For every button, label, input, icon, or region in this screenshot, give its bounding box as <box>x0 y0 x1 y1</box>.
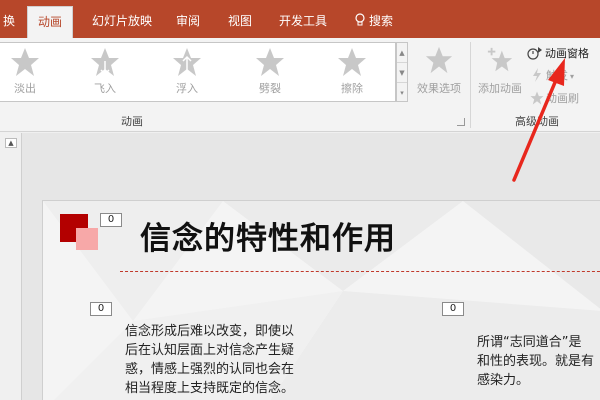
animation-painter-label: 动画刷 <box>546 92 579 105</box>
paragraph-line: 感染力。 <box>477 373 530 388</box>
paragraph-line: 信念形成后难以改变，即使以 <box>125 324 295 339</box>
paragraph-line: 和性的表现。就是有 <box>477 354 595 369</box>
gallery-expand-icon[interactable]: ▾ <box>397 83 407 103</box>
animation-order-tag[interactable]: 0 <box>100 213 122 227</box>
tab-search-label: 搜索 <box>368 14 393 28</box>
slide-editor: ▲ 0 信念的特性和作用 0 信念形成后难以改变，即使以 后在认知层面上对信念产… <box>0 133 600 400</box>
gallery-item-float-in[interactable]: 浮入 <box>162 47 212 101</box>
paragraph-line: 所谓“志同道合”是 <box>477 335 582 350</box>
dialog-launcher-icon[interactable] <box>457 118 465 126</box>
group-label-advanced: 高级动画 <box>515 115 559 128</box>
slide-title[interactable]: 信念的特性和作用 <box>140 213 396 258</box>
gallery-item-label: 劈裂 <box>259 82 281 95</box>
left-text-box[interactable]: 信念形成后难以改变，即使以 后在认知层面上对信念产生疑 惑，情感上强烈的认同也会… <box>125 322 294 398</box>
tab-transitions[interactable]: 换 <box>0 6 22 38</box>
star-split-icon <box>256 48 284 76</box>
animation-order-tag[interactable]: 0 <box>442 302 464 316</box>
gallery-scrollbar[interactable]: ▲ ▼ ▾ <box>396 42 408 102</box>
title-divider <box>120 271 600 272</box>
star-fly-in-icon <box>91 48 119 76</box>
paragraph-line: 惑，情感上强烈的认同也会在 <box>125 362 295 377</box>
star-float-in-icon <box>173 48 201 76</box>
gallery-item-label: 淡出 <box>14 82 36 95</box>
group-separator <box>470 42 471 128</box>
lightning-icon <box>533 68 541 82</box>
vertical-scrollbar[interactable]: ▲ <box>0 133 22 400</box>
tab-search[interactable]: 搜索 <box>344 6 404 38</box>
gallery-item-label: 擦除 <box>341 82 363 95</box>
scroll-up-icon[interactable]: ▲ <box>5 138 17 148</box>
tab-view[interactable]: 视图 <box>219 6 261 38</box>
tab-slideshow[interactable]: 幻灯片放映 <box>82 6 162 38</box>
ribbon-tab-bar: 换 动画 幻灯片放映 审阅 视图 开发工具 搜索 <box>0 0 600 38</box>
gallery-item-fade[interactable]: 淡出 <box>0 47 50 101</box>
animation-pane-label: 动画窗格 <box>545 47 589 60</box>
star-fade-icon <box>11 48 39 76</box>
animation-pane-icon <box>527 47 542 60</box>
tab-developer[interactable]: 开发工具 <box>269 6 337 38</box>
star-wipe-icon <box>338 48 366 76</box>
paragraph-line: 相当程度上支持既定的信念。 <box>125 381 295 396</box>
trigger-button[interactable]: 触发 ▾ <box>530 67 574 85</box>
tab-animations[interactable]: 动画 <box>27 6 73 38</box>
add-animation-label: 添加动画 <box>478 82 522 95</box>
slide-canvas[interactable]: 0 信念的特性和作用 0 信念形成后难以改变，即使以 后在认知层面上对信念产生疑… <box>42 200 600 400</box>
star-plus-icon <box>487 47 513 72</box>
star-brush-icon <box>530 91 544 105</box>
paragraph-line: 后在认知层面上对信念产生疑 <box>125 343 295 358</box>
gallery-item-fly-in[interactable]: 飞入 <box>80 47 130 101</box>
gallery-item-label: 飞入 <box>94 82 116 95</box>
trigger-label: 触发 <box>546 69 568 82</box>
animation-gallery: 淡出 飞入 浮入 劈裂 擦除 <box>0 42 396 102</box>
animation-order-tag[interactable]: 0 <box>90 302 112 316</box>
gallery-scroll-up-icon[interactable]: ▲ <box>397 43 407 63</box>
add-animation-button[interactable]: 添加动画 <box>473 46 527 96</box>
right-text-box[interactable]: 所谓“志同道合”是 和性的表现。就是有 感染力。 <box>477 333 594 390</box>
gallery-item-split[interactable]: 劈裂 <box>245 47 295 101</box>
gallery-scroll-down-icon[interactable]: ▼ <box>397 63 407 83</box>
ribbon-panel: 淡出 飞入 浮入 劈裂 擦除 ▲ ▼ ▾ 效果选项 添加动画 动画窗格 触发 ▾… <box>0 38 600 132</box>
gallery-item-label: 浮入 <box>176 82 198 95</box>
title-decoration-light <box>76 228 98 250</box>
animation-pane-button[interactable]: 动画窗格 <box>527 45 589 63</box>
chevron-down-icon: ▾ <box>570 72 575 81</box>
effect-options-button[interactable]: 效果选项 <box>413 46 465 96</box>
group-label-animation: 动画 <box>121 115 143 128</box>
lightbulb-icon <box>355 13 365 26</box>
star-options-icon <box>425 46 453 74</box>
gallery-item-wipe[interactable]: 擦除 <box>327 47 377 101</box>
tab-review[interactable]: 审阅 <box>167 6 209 38</box>
animation-painter-button[interactable]: 动画刷 <box>530 90 579 108</box>
effect-options-label: 效果选项 <box>417 82 461 95</box>
